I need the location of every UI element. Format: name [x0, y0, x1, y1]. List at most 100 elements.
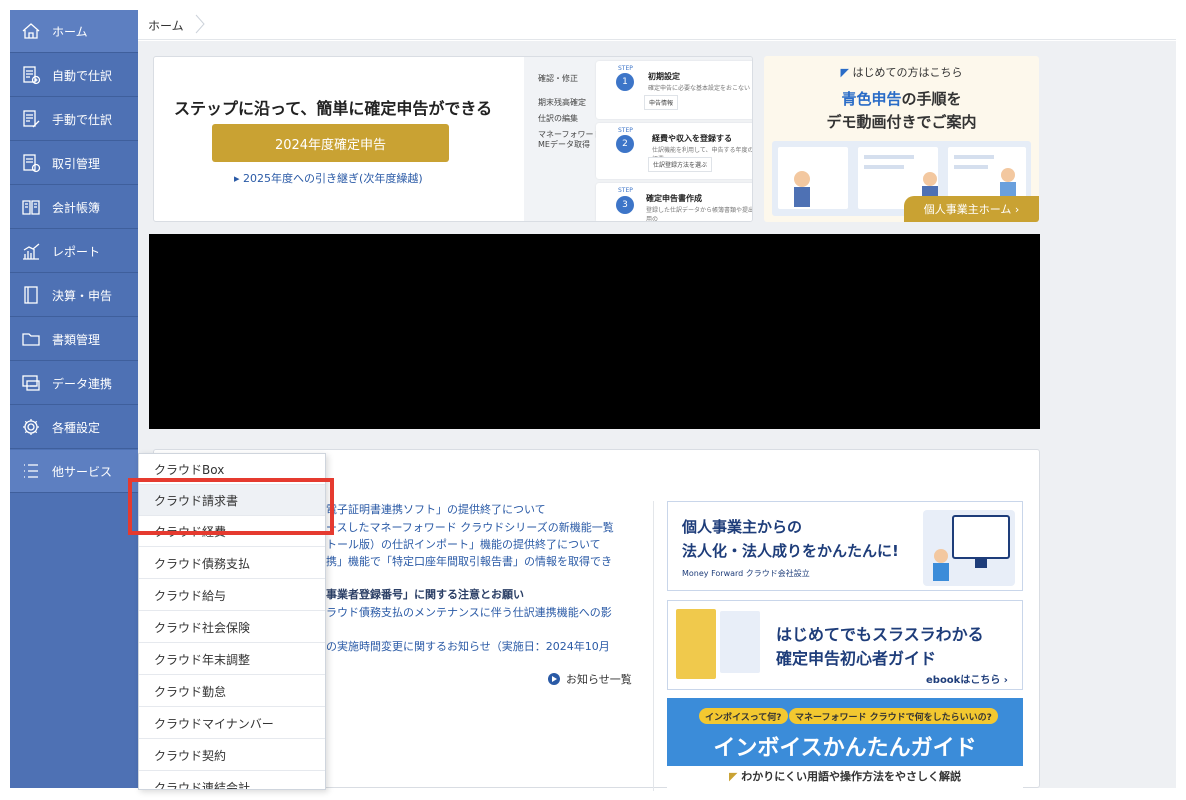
- sidebar-item-label: 自動で仕訳: [52, 68, 113, 83]
- step-sub: 確定申告に必要な基本設定をおこない: [648, 85, 751, 92]
- auto-journal-icon: [20, 64, 42, 86]
- banner-top-label: はじめての方はこちら: [852, 66, 963, 79]
- banner-line1: 青色申告の手順を: [764, 88, 1039, 109]
- step-label: STEP: [618, 127, 633, 134]
- step-card-1: STEP 1 初期設定 確定申告に必要な基本設定をおこない 申告情報: [596, 61, 752, 119]
- computer-illustration: [923, 510, 1015, 586]
- banner-top-text: ◤ はじめての方はこちら: [764, 64, 1039, 80]
- tax-return-button[interactable]: 2024年度確定申告: [212, 124, 449, 162]
- home-icon: [20, 20, 42, 42]
- step-label: STEP: [618, 65, 633, 72]
- menu-item-cloud-payroll[interactable]: クラウド給与: [139, 580, 325, 611]
- step-number: 1: [616, 73, 634, 91]
- side-item: MEデータ取得: [538, 140, 590, 149]
- menu-item-cloud-expense[interactable]: クラウド経費: [139, 516, 325, 547]
- ad-line1: 個人事業主からの: [682, 518, 803, 536]
- sidebar-item-label: 手動で仕訳: [52, 112, 113, 127]
- side-item: 期末残高確定: [538, 98, 586, 107]
- sidebar-item-settlement[interactable]: 決算・申告: [10, 274, 138, 317]
- play-circle-icon: [548, 673, 560, 685]
- sidebar: ホーム 自動で仕訳 手動で仕訳 取引管理 会計帳簿 レポート 決算・申告 書類管…: [10, 10, 138, 788]
- beginner-guide-ad[interactable]: はじめてでもスラスラわかる 確定申告初心者ガイド ebookはこちら ›: [667, 600, 1023, 690]
- menu-item-cloud-mynumber[interactable]: クラウドマイナンバー: [139, 708, 325, 739]
- news-item[interactable]: 携」機能で「特定口座年間取引報告書」の情報を取得でき: [326, 553, 612, 569]
- transaction-icon: [20, 152, 42, 174]
- folder-icon: [20, 328, 42, 350]
- gear-icon: [20, 416, 42, 438]
- ad-line1: はじめてでもスラスラわかる: [776, 625, 984, 644]
- data-link-icon: [20, 372, 42, 394]
- sidebar-item-label: レポート: [52, 244, 101, 259]
- banner-line1-highlight: 青色申告: [841, 90, 902, 108]
- breadcrumb-home[interactable]: ホーム: [148, 17, 184, 34]
- menu-item-cloud-social-insurance[interactable]: クラウド社会保険: [139, 612, 325, 643]
- ad-pill: インボイスって何?: [699, 708, 788, 724]
- banner-title: ステップに沿って、簡単に確定申告ができる: [174, 99, 493, 118]
- beginner-mark-icon: ◤: [840, 66, 849, 79]
- carryover-link[interactable]: ▸ 2025年度への引き継ぎ(次年度繰越): [234, 170, 423, 186]
- sidebar-item-other-services[interactable]: 他サービス: [10, 450, 138, 493]
- sidebar-item-settings[interactable]: 各種設定: [10, 406, 138, 449]
- news-item[interactable]: の実施時間変更に関するお知らせ（実施日：2024年10月: [326, 638, 610, 654]
- sidebar-item-label: データ連携: [52, 376, 113, 391]
- blue-return-banner[interactable]: ◤ はじめての方はこちら 青色申告の手順を デモ動画付きでご案内 個人事業主ホー…: [764, 56, 1039, 222]
- sidebar-item-data-link[interactable]: データ連携: [10, 362, 138, 405]
- settlement-icon: [20, 284, 42, 306]
- ad-line2: 法人化・法人成りをかんたんに!: [682, 542, 899, 560]
- menu-item-cloud-year-end[interactable]: クラウド年末調整: [139, 644, 325, 675]
- sidebar-item-label: 取引管理: [52, 156, 101, 171]
- step-label: STEP: [618, 187, 633, 194]
- invoice-guide-ad[interactable]: インボイスって何? マネーフォワード クラウドで何をしたらいいの? インボイスか…: [667, 698, 1023, 788]
- manual-journal-icon: [20, 108, 42, 130]
- sole-proprietor-home-button[interactable]: 個人事業主ホーム ›: [904, 196, 1039, 222]
- guide-book-page: [720, 611, 760, 673]
- step-title: 初期設定: [648, 72, 680, 81]
- sidebar-item-auto-journal[interactable]: 自動で仕訳: [10, 54, 138, 97]
- other-services-menu: クラウドBox クラウド請求書 クラウド経費 クラウド債務支払 クラウド給与 ク…: [138, 453, 326, 790]
- sidebar-item-book[interactable]: 会計帳簿: [10, 186, 138, 229]
- list-icon: [20, 460, 42, 482]
- step-number: 2: [616, 135, 634, 153]
- news-divider: [653, 501, 654, 791]
- step-field: 仕訳登録方法を選ぶ: [648, 157, 713, 172]
- video-player[interactable]: [149, 234, 1040, 429]
- news-item[interactable]: ラウド債務支払のメンテナンスに伴う仕訳連携機能への影: [326, 604, 612, 620]
- step-field: 申告情報: [644, 95, 679, 110]
- sidebar-item-label: ホーム: [52, 24, 88, 39]
- ad-line2: 確定申告初心者ガイド: [776, 649, 937, 668]
- menu-item-cloud-invoice[interactable]: クラウド請求書: [139, 485, 325, 516]
- menu-item-cloud-contract[interactable]: クラウド契約: [139, 740, 325, 771]
- sidebar-item-report[interactable]: レポート: [10, 230, 138, 273]
- banner-line1-rest: の手順を: [901, 90, 962, 108]
- ad-sub-text: わかりにくい用語や操作方法をやさしく解説: [741, 770, 962, 783]
- step-title: 経費や収入を登録する: [652, 134, 732, 143]
- sidebar-item-documents[interactable]: 書類管理: [10, 318, 138, 361]
- sidebar-item-label: 各種設定: [52, 420, 101, 435]
- ebook-link[interactable]: ebookはこちら ›: [926, 671, 1008, 686]
- ad-sub: ◤ わかりにくい用語や操作方法をやさしく解説: [667, 766, 1023, 788]
- sidebar-item-label: 他サービス: [52, 464, 113, 479]
- menu-item-cloud-payables[interactable]: クラウド債務支払: [139, 548, 325, 579]
- beginner-mark-icon: ◤: [728, 770, 738, 783]
- ad-pill: マネーフォワード クラウドで何をしたらいいの?: [789, 708, 998, 724]
- side-item: 確認・修正: [538, 74, 578, 83]
- menu-item-cloud-attendance[interactable]: クラウド勤怠: [139, 676, 325, 707]
- steps-preview: 確認・修正 期末残高確定 仕訳の編集 マネーフォワード MEデータ取得 STEP…: [524, 57, 752, 221]
- sidebar-item-home[interactable]: ホーム: [10, 10, 138, 53]
- step-card-2: STEP 2 経費や収入を登録する 仕訳機能を利用して、申告する年度の経費 仕訳…: [596, 123, 752, 179]
- incorporation-ad[interactable]: 個人事業主からの 法人化・法人成りをかんたんに! Money Forward ク…: [667, 501, 1023, 591]
- sidebar-item-transaction[interactable]: 取引管理: [10, 142, 138, 185]
- news-item[interactable]: トール版）の仕訳インポート」機能の提供終了について: [326, 536, 601, 552]
- sidebar-item-label: 決算・申告: [52, 288, 113, 303]
- chevron-right-icon: [195, 14, 205, 34]
- news-all-label: お知らせ一覧: [566, 673, 632, 686]
- news-all-link[interactable]: お知らせ一覧: [548, 671, 632, 687]
- news-item[interactable]: 電子証明書連携ソフト」の提供終了について: [326, 501, 546, 517]
- sidebar-item-manual-journal[interactable]: 手動で仕訳: [10, 98, 138, 141]
- moneyforward-logo: Money Forward クラウド会社設立: [682, 569, 810, 578]
- menu-item-cloud-box[interactable]: クラウドBox: [139, 454, 325, 485]
- news-item-important[interactable]: 事業者登録番号」に関する注意とお願い: [326, 586, 524, 602]
- news-item[interactable]: ースしたマネーフォワード クラウドシリーズの新機能一覧: [326, 519, 614, 535]
- menu-item-cloud-consolidation[interactable]: クラウド連結会計: [139, 772, 325, 790]
- breadcrumb: ホーム: [138, 10, 1176, 40]
